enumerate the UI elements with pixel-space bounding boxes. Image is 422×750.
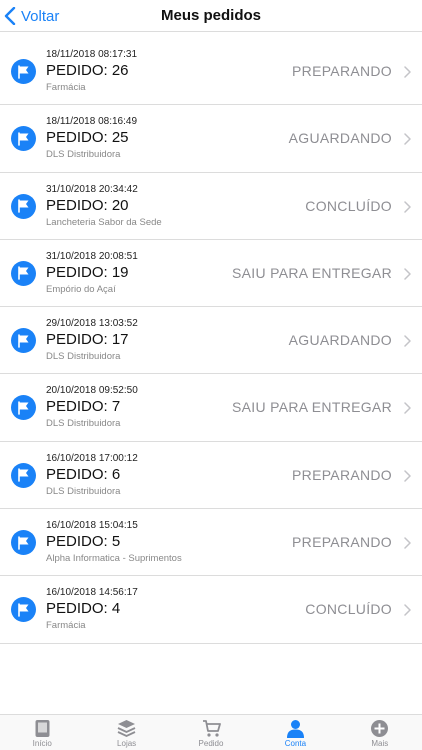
order-store: Farmácia [46,82,86,93]
flag-icon [11,462,36,488]
flag-icon [11,328,36,354]
order-store: Lancheteria Sabor da Sede [46,216,162,228]
tab-label: Início [32,739,52,748]
order-status: SAIU PARA ENTREGAR [232,399,392,416]
tab-lojas[interactable]: Lojas [84,715,168,750]
stores-icon [117,720,136,737]
order-status: CONCLUÍDO [305,197,392,214]
order-row[interactable]: 31/10/2018 20:08:51 PEDIDO: 19 Empório do … [0,240,422,308]
order-row[interactable]: 16/10/2018 14:56:17 PEDIDO: 4 Farmácia CONC… [0,576,422,644]
order-number: PEDIDO: 5 [46,533,121,551]
flag-glyph [18,535,29,550]
order-number: PEDIDO: 20 [46,196,129,214]
person-icon [286,720,304,738]
tab-bar: Início Lojas Pedido Conta Mais [0,714,422,750]
tab-label: Lojas [117,739,137,748]
order-date: 16/10/2018 15:04:15 [46,520,138,532]
flag-glyph [18,266,29,281]
page-title: Meus pedidos [160,7,261,24]
order-row[interactable]: 31/10/2018 20:34:42 PEDIDO: 20 Lancheteria… [0,173,422,240]
order-row[interactable]: 29/10/2018 13:03:52 PEDIDO: 17 DLS Distrib… [0,307,422,375]
order-number: PEDIDO: 7 [46,398,121,416]
flag-icon [11,395,36,421]
order-row[interactable]: 18/11/2018 08:17:31 PEDIDO: 26 Farmácia PRE… [0,38,422,106]
flag-icon [11,193,36,219]
chevron-right-icon [404,537,411,549]
screen: Voltar Meus pedidos 18/11/2018 08:17:31 P… [0,0,422,750]
tab-pedido[interactable]: Pedido [169,715,253,750]
order-date: 31/10/2018 20:34:42 [46,183,138,195]
tab-label: Conta [284,739,307,748]
chevron-right-icon [404,402,411,415]
flag-glyph [18,468,29,483]
chevron-right-icon [404,200,411,213]
order-row[interactable]: 16/10/2018 15:04:15 PEDIDO: 5 Alpha Inform… [0,509,422,577]
order-row[interactable]: 16/10/2018 17:00:12 PEDIDO: 6 DLS Distribu… [0,442,422,510]
chevron-right-icon [404,268,411,280]
chevron-right-icon [404,470,411,482]
chevron-right-icon [404,66,411,78]
flag-glyph [18,333,29,348]
flag-glyph [18,603,29,617]
order-store: DLS Distribuidora [46,351,121,363]
order-store: Alpha Informatica - Suprimentos [46,553,182,565]
tab-inicio[interactable]: Início [0,715,84,750]
flag-icon [11,530,36,556]
order-number: PEDIDO: 26 [46,62,129,79]
order-number: PEDIDO: 4 [46,600,121,618]
order-store: DLS Distribuidora [46,149,121,161]
chevron-right-icon [404,335,411,347]
flag-icon [11,597,36,623]
order-number: PEDIDO: 25 [46,129,129,147]
flag-icon [11,126,36,152]
order-number: PEDIDO: 19 [46,263,129,281]
flag-glyph [18,401,29,415]
tab-mais[interactable]: Mais [338,715,422,750]
navbar: Voltar Meus pedidos [0,0,422,32]
order-row[interactable]: 20/10/2018 09:52:50 PEDIDO: 7 DLS Distribu… [0,374,422,442]
order-store: DLS Distribuidora [46,418,121,430]
order-status: PREPARANDO [292,466,392,483]
order-date: 18/11/2018 08:17:31 [46,49,138,60]
plus-circle-icon [371,720,389,737]
flag-icon [11,260,36,286]
order-status: CONCLUÍDO [305,601,392,618]
order-number: PEDIDO: 6 [46,465,121,483]
order-status: AGUARDANDO [288,130,392,147]
order-store: Farmácia [46,620,86,632]
flag-glyph [18,199,29,213]
order-date: 31/10/2018 20:08:51 [46,250,138,262]
chevron-right-icon [404,133,411,146]
order-date: 16/10/2018 17:00:12 [46,452,138,464]
flag-glyph [18,131,29,146]
order-store: Empório do Açaí [46,283,116,295]
home-icon [35,720,50,737]
tab-label: Pedido [198,739,224,748]
flag-glyph [18,64,29,79]
order-status: PREPARANDO [292,63,392,79]
tab-label: Mais [371,739,389,748]
order-date: 18/11/2018 08:16:49 [46,116,138,128]
flag-icon [11,59,36,84]
order-store: DLS Distribuidora [46,485,121,497]
order-status: AGUARDANDO [288,332,392,349]
order-date: 20/10/2018 09:52:50 [46,385,138,397]
chevron-right-icon [404,604,411,617]
order-date: 16/10/2018 14:56:17 [46,587,138,599]
order-status: PREPARANDO [292,534,392,551]
order-status: SAIU PARA ENTREGAR [232,264,392,281]
orders-list: 18/11/2018 08:17:31 PEDIDO: 26 Farmácia PRE… [0,38,422,644]
cart-icon [202,720,221,737]
order-row[interactable]: 18/11/2018 08:16:49 PEDIDO: 25 DLS Distrib… [0,105,422,173]
order-date: 29/10/2018 13:03:52 [46,318,138,330]
tab-conta[interactable]: Conta [253,715,337,750]
order-number: PEDIDO: 17 [46,331,129,349]
